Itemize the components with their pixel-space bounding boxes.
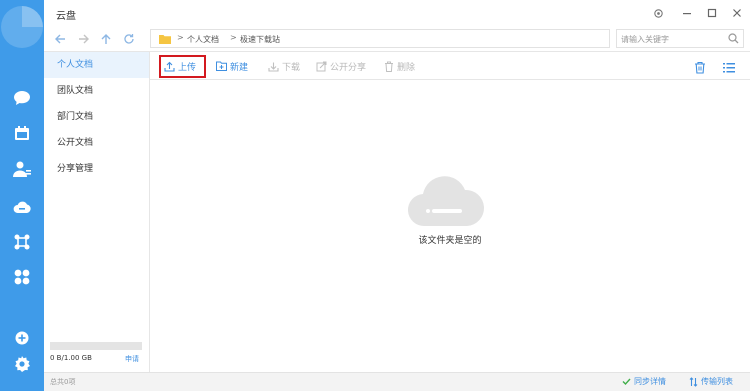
public-share-label: 公开分享 [330, 62, 367, 73]
storage-usage-text: 0 B/1.00 GB [50, 354, 92, 362]
chat-icon[interactable] [13, 89, 31, 107]
grid-apps-icon[interactable] [13, 268, 31, 286]
delete-label: 删除 [397, 62, 416, 73]
sync-details-link[interactable]: 同步详情 [622, 376, 666, 387]
refresh-icon[interactable] [121, 31, 137, 47]
settings-gear-icon[interactable] [651, 6, 665, 20]
public-share-button[interactable]: 公开分享 [316, 59, 366, 73]
empty-cloud-icon [407, 176, 485, 231]
transfer-arrows-icon [689, 376, 698, 387]
new-button[interactable]: 新建 [216, 59, 248, 73]
sidebar-item-team-docs[interactable]: 团队文档 [44, 78, 149, 104]
file-list-area[interactable]: 该文件夹是空的 [150, 81, 750, 372]
upload-button[interactable]: 上传 [164, 59, 196, 73]
item-count: 总共0项 [50, 378, 76, 386]
back-arrow-icon[interactable] [52, 31, 68, 47]
search-input[interactable] [621, 33, 721, 45]
breadcrumb-separator-icon: > [230, 33, 237, 42]
settings-icon[interactable] [13, 355, 31, 373]
minimize-button[interactable] [680, 6, 694, 20]
upload-icon [164, 61, 175, 72]
storage-usage-bar [50, 342, 142, 350]
apply-storage-link[interactable]: 申请 [125, 354, 139, 364]
status-bar: 总共0项 同步详情 传输列表 [44, 372, 750, 391]
title-bar: 云盘 [44, 0, 750, 26]
left-rail [0, 0, 44, 391]
download-icon [268, 62, 279, 72]
navigation-bar: > 个人文档 > 极速下载站 [44, 26, 750, 52]
toolbar: 上传 新建 下载 公开分享 删除 [150, 52, 750, 80]
close-button[interactable] [730, 6, 744, 20]
list-view-icon[interactable] [722, 60, 736, 74]
up-arrow-icon[interactable] [98, 31, 114, 47]
cloud-disk-icon[interactable] [13, 198, 31, 216]
window-title: 云盘 [56, 11, 76, 22]
sidebar: 个人文档 团队文档 部门文档 公开文档 分享管理 0 B/1.00 GB 申请 [44, 52, 150, 372]
sidebar-item-personal-docs[interactable]: 个人文档 [44, 52, 149, 78]
sidebar-item-public-docs[interactable]: 公开文档 [44, 130, 149, 156]
app-logo [0, 0, 44, 52]
folder-icon [159, 34, 171, 47]
upload-label: 上传 [178, 62, 197, 73]
sidebar-item-department-docs[interactable]: 部门文档 [44, 104, 149, 130]
recycle-bin-icon[interactable] [693, 60, 707, 74]
forward-arrow-icon[interactable] [76, 31, 92, 47]
sidebar-item-share-management[interactable]: 分享管理 [44, 156, 149, 182]
add-icon[interactable] [13, 329, 31, 347]
transfer-list-label: 传输列表 [701, 377, 733, 386]
breadcrumb-item[interactable]: 极速下载站 [240, 34, 280, 45]
share-icon [316, 61, 327, 71]
search-icon[interactable] [728, 33, 739, 47]
new-label: 新建 [230, 62, 249, 73]
download-label: 下载 [282, 62, 301, 73]
breadcrumb-separator-icon: > [177, 33, 184, 42]
check-icon [622, 378, 631, 386]
download-button[interactable]: 下载 [268, 59, 300, 73]
sync-details-label: 同步详情 [634, 377, 666, 386]
calendar-icon[interactable] [13, 124, 31, 142]
breadcrumb-item[interactable]: 个人文档 [187, 34, 219, 45]
search-box [616, 29, 744, 48]
delete-button[interactable]: 删除 [384, 59, 415, 73]
empty-folder-message: 该文件夹是空的 [418, 236, 482, 246]
maximize-button[interactable] [705, 6, 719, 20]
path-breadcrumb[interactable]: > 个人文档 > 极速下载站 [150, 29, 610, 48]
new-folder-icon [216, 61, 227, 71]
trash-icon [385, 61, 393, 72]
contacts-icon[interactable] [13, 160, 31, 178]
apps-network-icon[interactable] [13, 233, 31, 251]
transfer-list-link[interactable]: 传输列表 [689, 376, 733, 387]
